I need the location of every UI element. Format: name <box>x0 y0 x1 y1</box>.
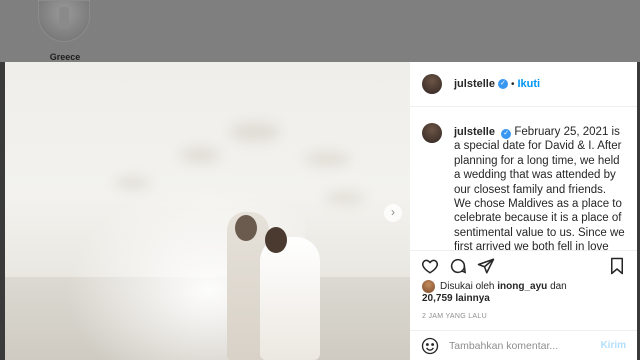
save-button[interactable] <box>608 257 626 275</box>
post-modal: › julstelle ✓ • Ikuti julstelle ✓ Februa… <box>5 62 637 360</box>
liked-by-prefix: Disukai oleh <box>440 281 495 292</box>
share-button[interactable] <box>477 257 495 275</box>
follow-button[interactable]: Ikuti <box>517 78 540 90</box>
comment-button[interactable] <box>449 257 467 275</box>
story-highlight-label: Greece <box>49 52 81 62</box>
bookmark-icon <box>611 257 623 274</box>
liker-avatar[interactable] <box>422 280 435 293</box>
likes-count[interactable]: 20,759 lainnya <box>410 293 637 304</box>
post-username[interactable]: julstelle <box>454 78 495 90</box>
post-sidebar: julstelle ✓ • Ikuti julstelle ✓ February… <box>410 62 637 360</box>
liked-by-user[interactable]: inong_ayu <box>497 280 547 293</box>
share-icon <box>477 258 495 273</box>
heart-icon <box>422 259 438 274</box>
post-timestamp[interactable]: 2 JAM YANG LALU <box>410 304 637 330</box>
post-header: julstelle ✓ • Ikuti <box>410 62 637 107</box>
emoji-icon <box>421 337 439 354</box>
avatar[interactable] <box>422 74 442 94</box>
post-comment-button[interactable]: Kirim <box>600 340 626 351</box>
like-button[interactable] <box>421 257 439 275</box>
profile-background <box>0 0 640 62</box>
comment-input[interactable] <box>449 339 601 352</box>
comment-icon <box>450 258 467 274</box>
caption-avatar[interactable] <box>422 123 442 143</box>
photo-bride <box>260 237 320 360</box>
caption-username[interactable]: julstelle <box>454 126 495 138</box>
action-bar <box>410 250 637 280</box>
post-photo[interactable]: › <box>5 62 410 360</box>
caption-body: February 25, 2021 is a special date for … <box>454 126 625 250</box>
next-photo-button[interactable]: › <box>384 204 402 222</box>
header-separator: • <box>510 78 515 90</box>
verified-badge-icon: ✓ <box>501 129 512 139</box>
caption-section: julstelle ✓ February 25, 2021 is a speci… <box>410 107 637 250</box>
caption-text: julstelle ✓ February 25, 2021 is a speci… <box>454 125 625 250</box>
comment-bar: Kirim <box>410 330 637 360</box>
verified-badge-icon: ✓ <box>497 79 508 89</box>
liked-by: Disukai oleh inong_ayu dan <box>410 280 637 293</box>
chevron-right-icon: › <box>391 205 395 219</box>
liked-by-and: dan <box>550 281 567 292</box>
